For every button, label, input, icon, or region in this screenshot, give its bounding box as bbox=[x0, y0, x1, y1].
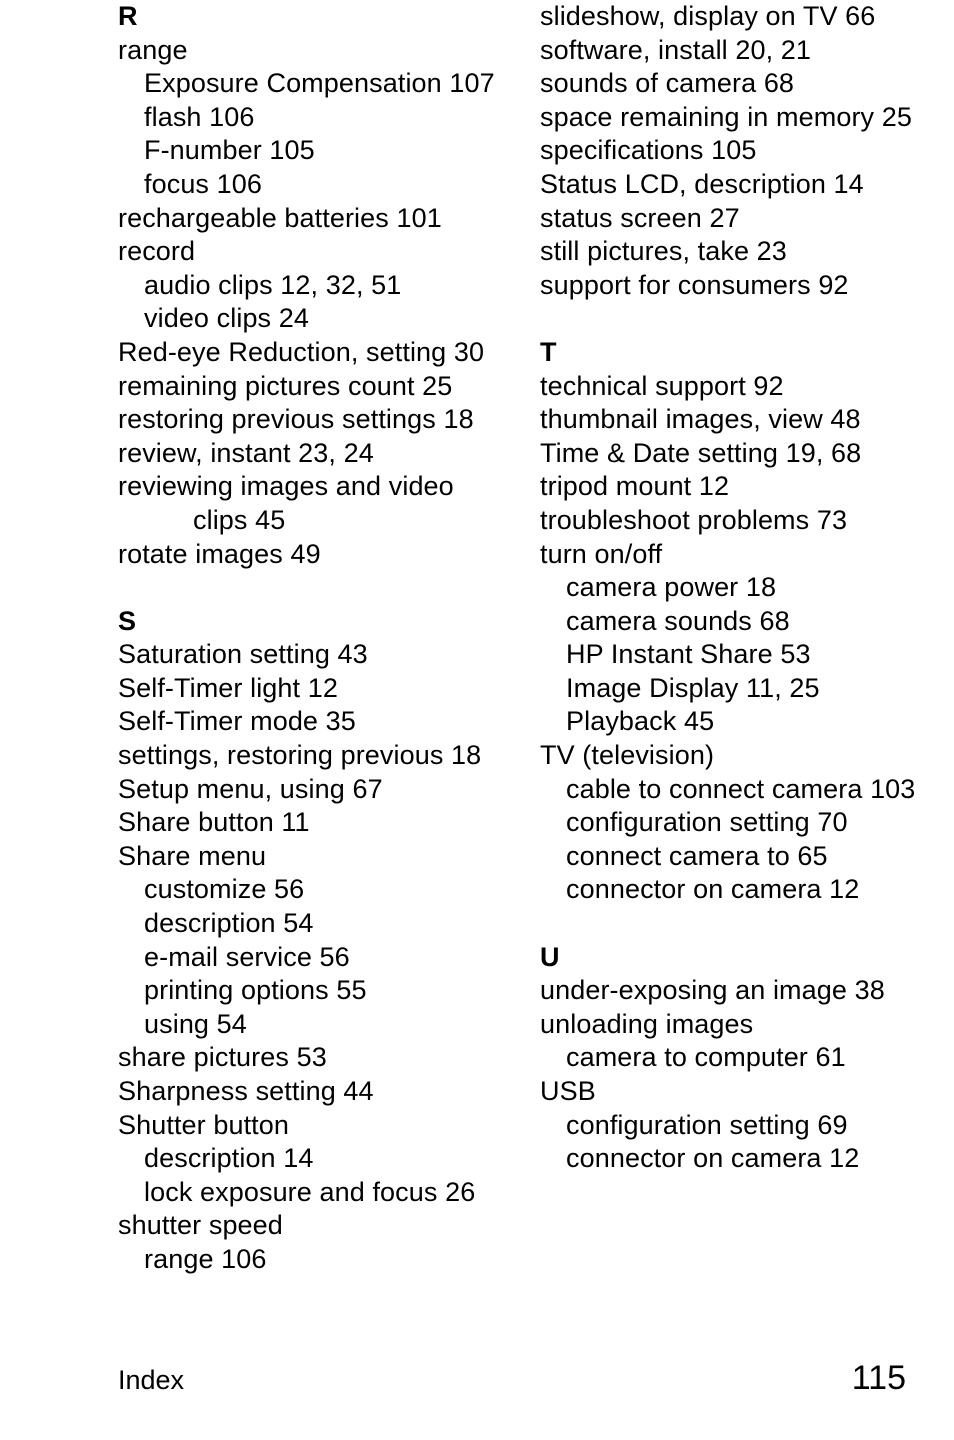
index-entry: turn on/off bbox=[540, 538, 663, 569]
index-entry: cable to connect camera 103 bbox=[566, 773, 916, 804]
index-entry: Image Display 11, 25 bbox=[566, 672, 820, 703]
section-heading-r: R bbox=[118, 1, 138, 31]
index-entry: description 14 bbox=[144, 1143, 314, 1174]
section-heading-t: T bbox=[540, 336, 557, 367]
index-entry: sounds of camera 68 bbox=[540, 68, 795, 99]
index-entry: unloading images bbox=[540, 1008, 754, 1039]
index-entry: camera sounds 68 bbox=[566, 605, 790, 636]
index-entry: Shutter button bbox=[118, 1109, 290, 1140]
index-entry: connector on camera 12 bbox=[566, 1143, 860, 1174]
index-entry: record bbox=[118, 236, 196, 267]
index-entry: using 54 bbox=[144, 1008, 247, 1039]
index-entry: range bbox=[118, 34, 188, 65]
index-entry: remaining pictures count 25 bbox=[118, 370, 453, 401]
index-entry: audio clips 12, 32, 51 bbox=[144, 269, 402, 300]
index-entry: e-mail service 56 bbox=[144, 941, 350, 972]
index-entry: reviewing images and video bbox=[118, 471, 454, 502]
index-entry: Sharpness setting 44 bbox=[118, 1076, 374, 1106]
index-entry: status screen 27 bbox=[540, 202, 740, 233]
index-entry: TV (television) bbox=[540, 740, 715, 771]
index-entry: HP Instant Share 53 bbox=[566, 639, 811, 670]
index-entry: review, instant 23, 24 bbox=[118, 437, 374, 468]
section-heading-u: U bbox=[540, 941, 560, 972]
index-entry: configuration setting 70 bbox=[566, 807, 848, 838]
index-entry: Status LCD, description 14 bbox=[540, 168, 864, 199]
index-entry: share pictures 53 bbox=[118, 1042, 327, 1073]
index-entry: Share menu bbox=[118, 840, 267, 871]
index-entry: troubleshoot problems 73 bbox=[540, 504, 848, 535]
index-entry: F-number 105 bbox=[144, 135, 315, 166]
section-heading-s: S bbox=[118, 605, 137, 636]
index-entry: clips 45 bbox=[193, 504, 286, 535]
index-entry: Time & Date setting 19, 68 bbox=[540, 437, 862, 468]
index-entry: still pictures, take 23 bbox=[540, 236, 787, 267]
index-entry: tripod mount 12 bbox=[540, 471, 730, 502]
index-entry: rotate images 49 bbox=[118, 538, 321, 569]
page-footer: Index 115 bbox=[118, 1359, 906, 1402]
footer-section-label: Index bbox=[118, 1365, 185, 1395]
index-entry: rechargeable batteries 101 bbox=[118, 202, 442, 233]
index-entry: video clips 24 bbox=[144, 303, 309, 334]
index-entry: settings, restoring previous 18 bbox=[118, 740, 482, 771]
index-entry: specifications 105 bbox=[540, 135, 757, 166]
index-entry: restoring previous settings 18 bbox=[118, 404, 474, 435]
index-entry: connect camera to 65 bbox=[566, 840, 828, 871]
index-entry: USB bbox=[540, 1076, 596, 1106]
index-entry: Share button 11 bbox=[118, 807, 310, 838]
index-entry: connector on camera 12 bbox=[566, 874, 860, 905]
index-entry: Self-Timer mode 35 bbox=[118, 706, 356, 737]
index-entry: technical support 92 bbox=[540, 370, 784, 401]
index-entry: Self-Timer light 12 bbox=[118, 672, 338, 703]
footer-page-number: 115 bbox=[851, 1359, 906, 1397]
index-entry: space remaining in memory 25 bbox=[540, 101, 912, 132]
index-entry: lock exposure and focus 26 bbox=[144, 1176, 476, 1207]
index-entry: Playback 45 bbox=[566, 706, 715, 737]
index-entry: Exposure Compensation 107 bbox=[144, 68, 495, 99]
index-entry: description 54 bbox=[144, 908, 314, 939]
index-entry: printing options 55 bbox=[144, 975, 367, 1006]
index-entry: flash 106 bbox=[144, 101, 255, 132]
index-entry: software, install 20, 21 bbox=[540, 34, 812, 65]
index-entry: customize 56 bbox=[144, 874, 305, 905]
index-column-left: Rrange Exposure Compensation 107 flash 106… bbox=[118, 0, 518, 1277]
index-entry: support for consumers 92 bbox=[540, 269, 849, 300]
index-entry: Red-eye Reduction, setting 30 bbox=[118, 336, 485, 367]
index-entry: thumbnail images, view 48 bbox=[540, 404, 861, 435]
index-entry: camera to computer 61 bbox=[566, 1042, 846, 1073]
index-page: Rrange Exposure Compensation 107 flash 106… bbox=[0, 0, 954, 1440]
index-entry: Setup menu, using 67 bbox=[118, 773, 383, 804]
index-column-right: slideshow, display on TV 66 software, ins… bbox=[540, 0, 940, 1176]
index-entry: configuration setting 69 bbox=[566, 1109, 848, 1140]
index-entry: range 106 bbox=[144, 1243, 267, 1274]
index-entry: Saturation setting 43 bbox=[118, 639, 368, 670]
index-entry: under-exposing an image 38 bbox=[540, 975, 885, 1006]
index-entry: shutter speed bbox=[118, 1210, 283, 1241]
index-entry: camera power 18 bbox=[566, 572, 777, 603]
index-columns: Rrange Exposure Compensation 107 flash 106… bbox=[0, 0, 954, 1340]
index-entry: slideshow, display on TV 66 bbox=[540, 1, 876, 31]
index-entry: focus 106 bbox=[144, 168, 262, 199]
